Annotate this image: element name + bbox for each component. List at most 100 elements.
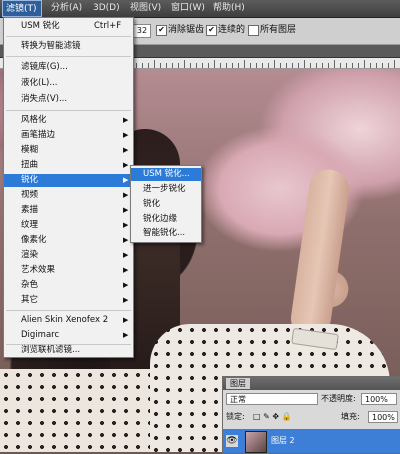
menu-3d[interactable]: 3D(D) — [90, 0, 123, 17]
menu-analysis[interactable]: 分析(A) — [48, 0, 85, 17]
menu-view[interactable]: 视图(V) — [127, 0, 164, 17]
menu-item-blur[interactable]: 模糊 ▶ — [4, 144, 133, 157]
submenu-item-usm-sharpen[interactable]: USM 锐化... — [131, 168, 201, 181]
ruler-tick — [364, 60, 365, 68]
submenu-arrow-icon: ▶ — [123, 161, 129, 169]
ruler-tick — [160, 63, 161, 68]
menu-item-sketch[interactable]: 素描 ▶ — [4, 204, 133, 217]
menu-item-render[interactable]: 渲染 ▶ — [4, 249, 133, 262]
ruler-tick — [172, 63, 173, 68]
menu-item-usm-sharpen-last[interactable]: USM 锐化 Ctrl+F — [4, 20, 133, 33]
blend-mode-select[interactable]: 正常 — [226, 393, 318, 405]
menu-item-label: 锐化边缘 — [143, 214, 178, 224]
submenu-arrow-icon: ▶ — [123, 131, 129, 139]
ruler-tick — [322, 63, 323, 68]
menu-separator — [6, 310, 131, 311]
ruler-tick — [340, 63, 341, 68]
lock-label: 锁定: — [226, 412, 245, 421]
menu-item-label: USM 锐化... — [143, 169, 190, 179]
menu-item-filter-gallery[interactable]: 滤镜库(G)... — [4, 61, 133, 74]
ruler-tick — [232, 63, 233, 68]
all-layers-checkbox[interactable] — [248, 25, 259, 36]
menu-item-label: Alien Skin Xenofex 2 — [21, 315, 109, 325]
menu-item-alien-skin[interactable]: Alien Skin Xenofex 2 ▶ — [4, 314, 133, 327]
menu-item-label: 其它 — [21, 295, 39, 305]
layer-thumbnail — [245, 431, 267, 453]
submenu-item-smart-sharpen[interactable]: 智能锐化... — [131, 227, 201, 240]
menu-item-label: 杂色 — [21, 280, 39, 290]
ruler-tick — [298, 63, 299, 68]
antialias-checkbox[interactable]: ✔ — [156, 25, 167, 36]
submenu-arrow-icon: ▶ — [123, 191, 129, 199]
menu-item-vanishing-point[interactable]: 消失点(V)... — [4, 93, 133, 106]
ruler-tick — [214, 60, 215, 68]
ruler-tick — [334, 60, 335, 68]
sharpen-submenu: USM 锐化... 进一步锐化 锐化 锐化边缘 智能锐化... — [130, 165, 202, 243]
submenu-arrow-icon: ▶ — [123, 316, 129, 324]
menu-item-label: 液化(L)... — [21, 78, 58, 88]
ruler-tick — [376, 63, 377, 68]
menu-filter[interactable]: 滤镜(T) — [2, 0, 42, 17]
layer-row[interactable]: 👁 图层 2 — [223, 429, 400, 453]
menu-item-distort[interactable]: 扭曲 ▶ — [4, 159, 133, 172]
tolerance-field[interactable]: 32 — [133, 24, 151, 38]
ruler-tick — [352, 63, 353, 68]
menu-item-noise[interactable]: 杂色 ▶ — [4, 279, 133, 292]
menu-item-artistic[interactable]: 艺术效果 ▶ — [4, 264, 133, 277]
ruler-tick — [142, 63, 143, 68]
menu-item-digimarc[interactable]: Digimarc ▶ — [4, 329, 133, 342]
submenu-arrow-icon: ▶ — [123, 146, 129, 154]
eye-icon[interactable]: 👁 — [226, 435, 238, 447]
ruler-tick — [208, 63, 209, 68]
opacity-input[interactable]: 100% — [361, 393, 397, 405]
menu-item-label: 扭曲 — [21, 160, 39, 170]
menu-item-label: 画笔描边 — [21, 130, 56, 140]
menu-item-shortcut: Ctrl+F — [94, 21, 122, 31]
fill-input[interactable]: 100% — [368, 411, 398, 423]
menu-item-browse-filters-online[interactable]: 浏览联机滤镜... — [4, 344, 133, 357]
opacity-label: 不透明度: — [321, 394, 356, 403]
ruler-tick — [178, 63, 179, 68]
ruler-tick — [154, 60, 155, 68]
ruler-tick — [382, 63, 383, 68]
submenu-arrow-icon: ▶ — [123, 206, 129, 214]
ruler-tick — [280, 63, 281, 68]
menu-item-liquify[interactable]: 液化(L)... — [4, 77, 133, 90]
menu-item-texture[interactable]: 纹理 ▶ — [4, 219, 133, 232]
menu-item-video[interactable]: 视频 ▶ — [4, 189, 133, 202]
menu-item-brush-strokes[interactable]: 画笔描边 ▶ — [4, 129, 133, 142]
layer-name: 图层 2 — [271, 436, 295, 445]
menu-item-label: 艺术效果 — [21, 265, 56, 275]
menu-item-label: 模糊 — [21, 145, 39, 155]
menu-item-label: 滤镜库(G)... — [21, 62, 68, 72]
ruler-tick — [346, 63, 347, 68]
ruler-tick — [184, 60, 185, 68]
menu-item-convert-smart-filter[interactable]: 转换为智能滤镜 — [4, 40, 133, 53]
menu-bar: 滤镜(T) 分析(A) 3D(D) 视图(V) 窗口(W) 帮助(H) — [0, 0, 400, 18]
ruler-tick — [250, 63, 251, 68]
menu-item-label: 视频 — [21, 190, 39, 200]
submenu-item-sharpen-edges[interactable]: 锐化边缘 — [131, 213, 201, 226]
lock-icons[interactable]: □ ✎ ✥ 🔒 — [253, 411, 292, 423]
submenu-item-sharpen-more[interactable]: 进一步锐化 — [131, 183, 201, 196]
menu-item-label: 智能锐化... — [143, 228, 186, 238]
menu-help[interactable]: 帮助(H) — [210, 0, 248, 17]
fill-label: 填充: — [341, 412, 360, 421]
ruler-tick — [274, 60, 275, 68]
ruler-tick — [358, 63, 359, 68]
submenu-item-sharpen[interactable]: 锐化 — [131, 198, 201, 211]
menu-item-pixelate[interactable]: 像素化 ▶ — [4, 234, 133, 247]
menu-item-other[interactable]: 其它 ▶ — [4, 294, 133, 307]
tab-layers[interactable]: 图层 — [226, 378, 250, 389]
ruler-tick — [262, 63, 263, 68]
menu-item-sharpen[interactable]: 锐化 ▶ — [4, 174, 133, 187]
ruler-tick — [196, 63, 197, 68]
menu-item-label: USM 锐化 — [21, 21, 60, 31]
menu-item-stylize[interactable]: 风格化 ▶ — [4, 114, 133, 127]
menu-window[interactable]: 窗口(W) — [168, 0, 208, 17]
ruler-tick — [238, 63, 239, 68]
submenu-arrow-icon: ▶ — [123, 176, 129, 184]
contiguous-checkbox[interactable]: ✔ — [206, 25, 217, 36]
contiguous-label: 连续的 — [218, 25, 246, 35]
submenu-arrow-icon: ▶ — [123, 296, 129, 304]
